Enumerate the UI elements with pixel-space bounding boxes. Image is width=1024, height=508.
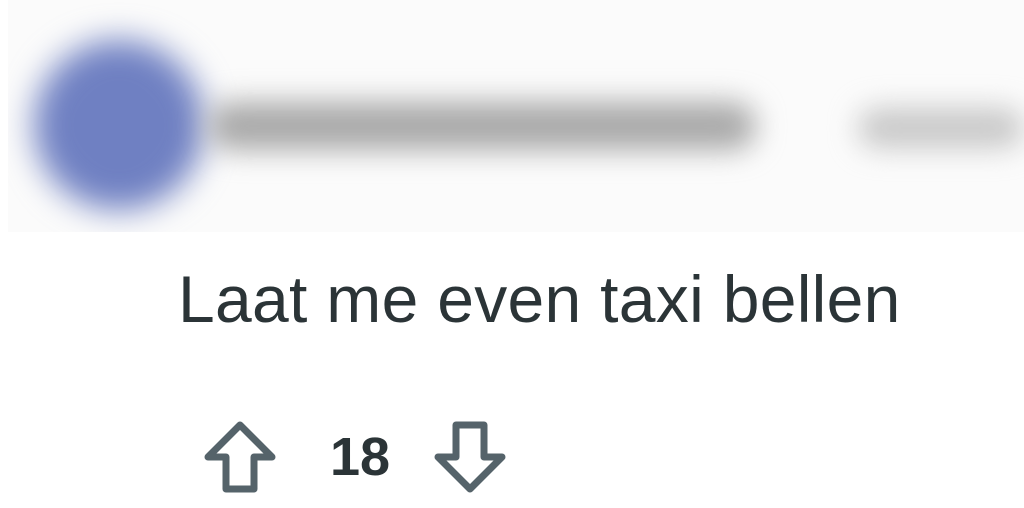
comment-text: Laat me even taxi bellen <box>178 262 901 336</box>
arrow-up-outline-icon <box>204 421 276 493</box>
comment-author-row <box>8 0 1024 232</box>
downvote-button[interactable] <box>430 414 510 500</box>
vote-count: 18 <box>330 427 391 487</box>
comment-meta-redacted <box>858 108 1024 148</box>
avatar[interactable] <box>34 40 204 210</box>
arrow-down-outline-icon <box>434 421 506 493</box>
comment-action-bar: 18 <box>200 414 510 500</box>
comment: Laat me even taxi bellen 18 <box>0 0 1024 508</box>
upvote-button[interactable] <box>200 414 280 500</box>
username-redacted[interactable] <box>208 102 756 150</box>
